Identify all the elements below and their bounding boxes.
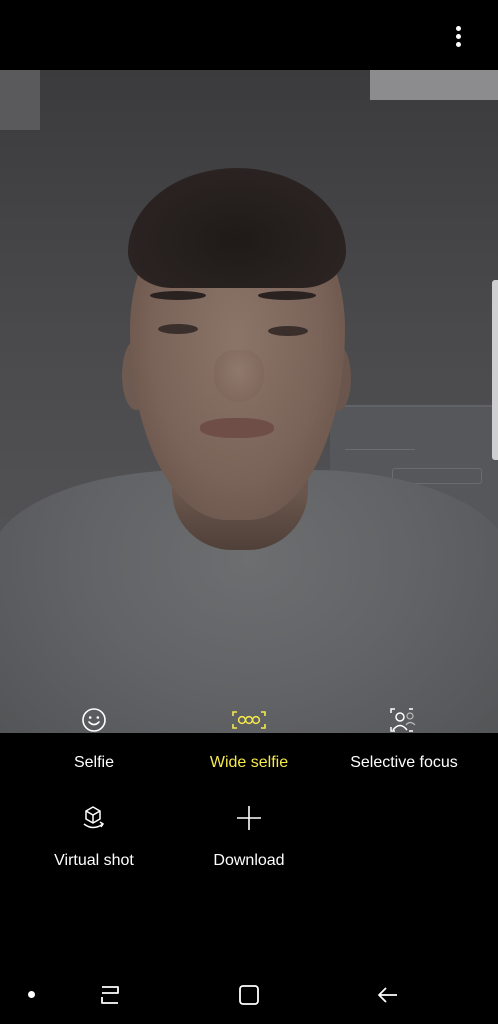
more-options-button[interactable] xyxy=(448,24,468,52)
camera-viewfinder[interactable] xyxy=(0,70,498,733)
mode-selector: Selfie Wide selfie Selective focus xyxy=(0,748,498,778)
virtual-shot-icon xyxy=(11,800,177,836)
mode-virtual-shot[interactable]: Virtual shot xyxy=(11,800,177,880)
navigation-bar xyxy=(0,966,498,1024)
mode-wide-selfie[interactable]: Wide selfie xyxy=(166,748,332,778)
nav-hide-dot[interactable] xyxy=(28,991,35,998)
top-bar xyxy=(0,0,498,70)
virtual-shot-label: Virtual shot xyxy=(54,852,134,869)
smile-icon[interactable] xyxy=(78,702,110,738)
home-icon[interactable] xyxy=(234,980,264,1010)
camera-screen: Selfie Wide selfie Selective focus Virtu… xyxy=(0,0,498,1024)
extra-modes: Virtual shot Download xyxy=(0,800,498,880)
recent-apps-icon[interactable] xyxy=(95,980,125,1010)
mode-icons-row xyxy=(0,702,498,738)
download-label: Download xyxy=(213,852,285,869)
edge-panel-handle[interactable] xyxy=(492,280,498,460)
selective-focus-icon[interactable] xyxy=(386,702,422,738)
mode-selfie[interactable]: Selfie xyxy=(11,748,177,778)
back-arrow-icon[interactable] xyxy=(373,980,403,1010)
more-vertical-icon xyxy=(455,26,461,31)
plus-icon xyxy=(166,800,332,836)
wide-selfie-icon[interactable] xyxy=(228,702,270,738)
mode-selective-focus[interactable]: Selective focus xyxy=(321,748,487,778)
download-modes-button[interactable]: Download xyxy=(166,800,332,880)
